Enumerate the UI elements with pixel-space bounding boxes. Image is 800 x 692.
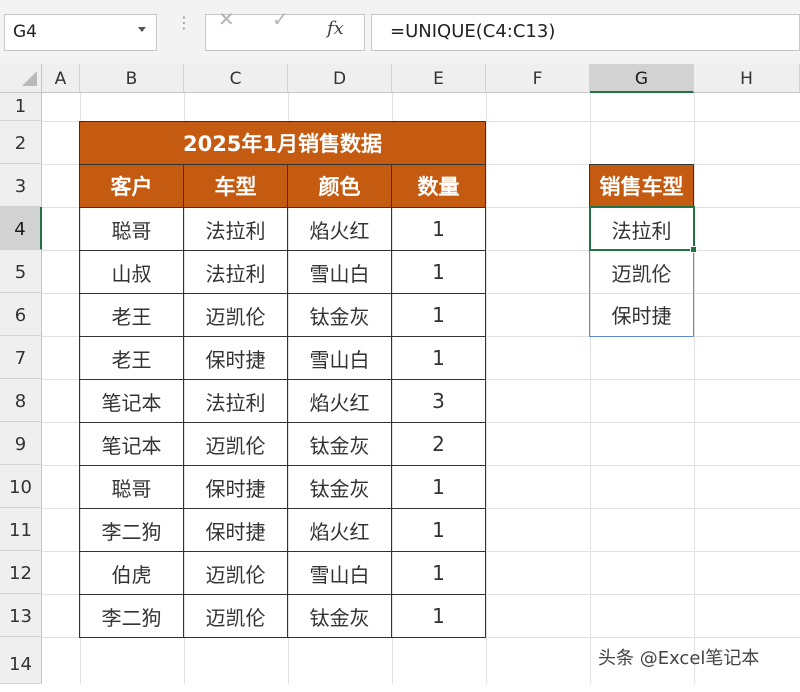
column-header-c[interactable]: C [184,64,288,93]
check-icon[interactable]: ✓ [272,7,289,31]
table-cell[interactable]: 保时捷 [183,465,288,509]
header-cell-color[interactable]: 颜色 [287,164,392,208]
table-cell[interactable]: 1 [391,465,486,509]
column-header-a[interactable]: A [42,64,80,93]
table-cell[interactable]: 焰火红 [287,379,392,423]
result-cell-g6[interactable]: 保时捷 [589,293,694,337]
column-header-e[interactable]: E [392,64,486,93]
table-cell[interactable]: 3 [391,379,486,423]
table-cell[interactable]: 法拉利 [183,379,288,423]
row-header-4[interactable]: 4 [0,207,42,250]
table-cell[interactable]: 雪山白 [287,551,392,595]
row-header-9[interactable]: 9 [0,422,42,465]
table-cell[interactable]: 老王 [79,293,184,337]
table-cell[interactable]: 1 [391,336,486,380]
insert-function-icon[interactable]: fx [327,18,344,39]
table-cell[interactable]: 笔记本 [79,422,184,466]
active-cell-selection [589,206,695,251]
header-cell-customer[interactable]: 客户 [79,164,184,208]
gridline [486,93,487,684]
table-cell[interactable]: 钛金灰 [287,594,392,638]
table-cell[interactable]: 1 [391,508,486,552]
table-title-cell[interactable]: 2025年1月销售数据 [79,121,486,165]
table-cell[interactable]: 焰火红 [287,508,392,552]
table-cell[interactable]: 钛金灰 [287,465,392,509]
table-cell[interactable]: 迈凯伦 [183,422,288,466]
table-cell[interactable]: 保时捷 [183,336,288,380]
row-header-12[interactable]: 12 [0,551,42,594]
column-header-g[interactable]: G [590,64,694,93]
row-header-6[interactable]: 6 [0,293,42,336]
table-cell[interactable]: 雪山白 [287,250,392,294]
result-cell-g5[interactable]: 迈凯伦 [589,250,694,294]
header-cell-quantity[interactable]: 数量 [391,164,486,208]
chevron-down-icon[interactable] [138,27,146,32]
row-header-3[interactable]: 3 [0,164,42,207]
table-cell[interactable]: 保时捷 [183,508,288,552]
table-cell[interactable]: 李二狗 [79,508,184,552]
formula-input[interactable]: =UNIQUE(C4:C13) [371,14,800,51]
table-cell[interactable]: 李二狗 [79,594,184,638]
column-header-h[interactable]: H [694,64,800,93]
row-header-10[interactable]: 10 [0,465,42,508]
row-header-11[interactable]: 11 [0,508,42,551]
table-cell[interactable]: 伯虎 [79,551,184,595]
row-header-7[interactable]: 7 [0,336,42,379]
row-header-8[interactable]: 8 [0,379,42,422]
table-cell[interactable]: 老王 [79,336,184,380]
name-box[interactable]: G4 [4,14,157,51]
gridline [694,93,695,684]
table-cell[interactable]: 迈凯伦 [183,551,288,595]
table-cell[interactable]: 法拉利 [183,207,288,251]
table-cell[interactable]: 1 [391,594,486,638]
table-cell[interactable]: 聪哥 [79,207,184,251]
table-cell[interactable]: 钛金灰 [287,293,392,337]
row-header-5[interactable]: 5 [0,250,42,293]
table-cell[interactable]: 钛金灰 [287,422,392,466]
table-cell[interactable]: 法拉利 [183,250,288,294]
table-cell[interactable]: 1 [391,207,486,251]
table-cell[interactable]: 1 [391,551,486,595]
result-header-cell[interactable]: 销售车型 [589,164,694,208]
table-cell[interactable]: 山叔 [79,250,184,294]
more-options-icon[interactable]: ⋮ [176,15,192,31]
table-cell[interactable]: 1 [391,250,486,294]
table-cell[interactable]: 2 [391,422,486,466]
header-cell-model[interactable]: 车型 [183,164,288,208]
table-cell[interactable]: 雪山白 [287,336,392,380]
column-header-b[interactable]: B [80,64,184,93]
watermark: 头条 @Excel笔记本 [598,648,760,669]
row-header-1[interactable]: 1 [0,93,42,121]
table-cell[interactable]: 焰火红 [287,207,392,251]
fill-handle[interactable] [690,246,697,253]
column-header-f[interactable]: F [486,64,590,93]
table-cell[interactable]: 迈凯伦 [183,594,288,638]
select-all-icon [22,71,37,86]
table-cell[interactable]: 聪哥 [79,465,184,509]
table-cell[interactable]: 笔记本 [79,379,184,423]
row-header-2[interactable]: 2 [0,121,42,164]
row-header-14[interactable]: 14 [0,637,42,684]
row-header-13[interactable]: 13 [0,594,42,637]
cancel-icon[interactable]: ✕ [218,7,235,31]
column-header-d[interactable]: D [288,64,392,93]
table-cell[interactable]: 1 [391,293,486,337]
table-cell[interactable]: 迈凯伦 [183,293,288,337]
